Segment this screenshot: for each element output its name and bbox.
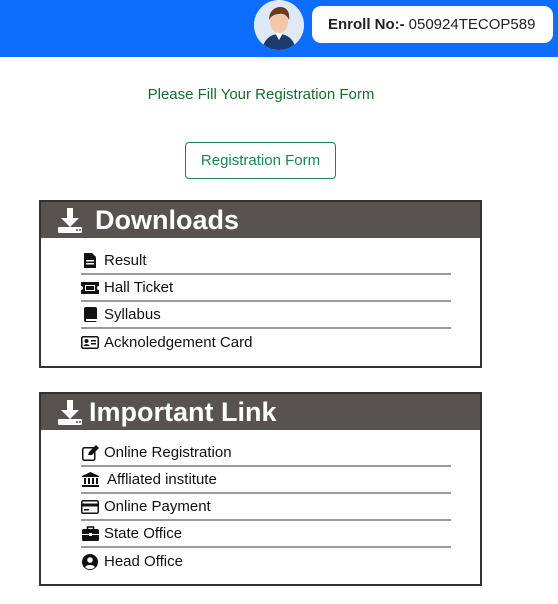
- important-links-header: Important Link: [41, 394, 480, 430]
- important-links-panel: Important Link Online Registration Affli…: [39, 392, 482, 586]
- state-office-link[interactable]: State Office: [104, 525, 182, 542]
- downloads-panel: Downloads Result Hall Ticket Syllabus Ac…: [39, 200, 482, 368]
- head-office-link[interactable]: Head Office: [104, 553, 183, 570]
- enrollment-badge: Enroll No:- 050924TECOP589: [312, 6, 553, 43]
- list-item-online-registration[interactable]: Online Registration: [81, 440, 451, 467]
- affiliated-institute-link[interactable]: Affliated institute: [107, 471, 217, 488]
- institution-icon: [81, 472, 99, 488]
- download-icon: [55, 205, 85, 235]
- registration-form-button[interactable]: Registration Form: [185, 142, 336, 179]
- result-link[interactable]: Result: [104, 252, 147, 269]
- hall-ticket-link[interactable]: Hall Ticket: [104, 279, 173, 296]
- downloads-list: Result Hall Ticket Syllabus Acknoledgeme…: [41, 238, 480, 356]
- acknowledgement-card-link[interactable]: Acknoledgement Card: [104, 334, 252, 351]
- important-links-title: Important Link: [89, 396, 277, 427]
- list-item-state-office[interactable]: State Office: [81, 521, 451, 548]
- user-circle-icon: [81, 553, 99, 570]
- user-avatar[interactable]: [254, 0, 304, 50]
- enroll-value: 050924TECOP589: [408, 16, 536, 33]
- book-icon: [81, 307, 99, 323]
- briefcase-icon: [81, 526, 99, 542]
- important-links-list: Online Registration Affliated institute …: [41, 430, 480, 575]
- list-item-syllabus[interactable]: Syllabus: [81, 302, 451, 329]
- syllabus-link[interactable]: Syllabus: [104, 306, 161, 323]
- edit-icon: [81, 444, 99, 461]
- list-item-acknowledgement-card[interactable]: Acknoledgement Card: [81, 329, 451, 356]
- downloads-header: Downloads: [41, 202, 480, 238]
- ticket-icon: [81, 280, 99, 296]
- list-item-hall-ticket[interactable]: Hall Ticket: [81, 275, 451, 302]
- online-payment-link[interactable]: Online Payment: [104, 498, 211, 515]
- avatar-icon: [254, 0, 304, 50]
- list-item-head-office[interactable]: Head Office: [81, 548, 451, 575]
- list-item-result[interactable]: Result: [81, 248, 451, 275]
- top-bar: Enroll No:- 050924TECOP589: [0, 0, 558, 57]
- credit-card-icon: [81, 499, 99, 515]
- list-item-online-payment[interactable]: Online Payment: [81, 494, 451, 521]
- enroll-label: Enroll No:-: [328, 16, 405, 33]
- list-item-affiliated-institute[interactable]: Affliated institute: [81, 467, 451, 494]
- downloads-title: Downloads: [95, 204, 240, 235]
- download-icon: [55, 397, 85, 427]
- id-card-icon: [81, 335, 99, 351]
- file-icon: [81, 253, 99, 269]
- registration-notice: Please Fill Your Registration Form: [147, 86, 375, 103]
- online-registration-link[interactable]: Online Registration: [104, 444, 232, 461]
